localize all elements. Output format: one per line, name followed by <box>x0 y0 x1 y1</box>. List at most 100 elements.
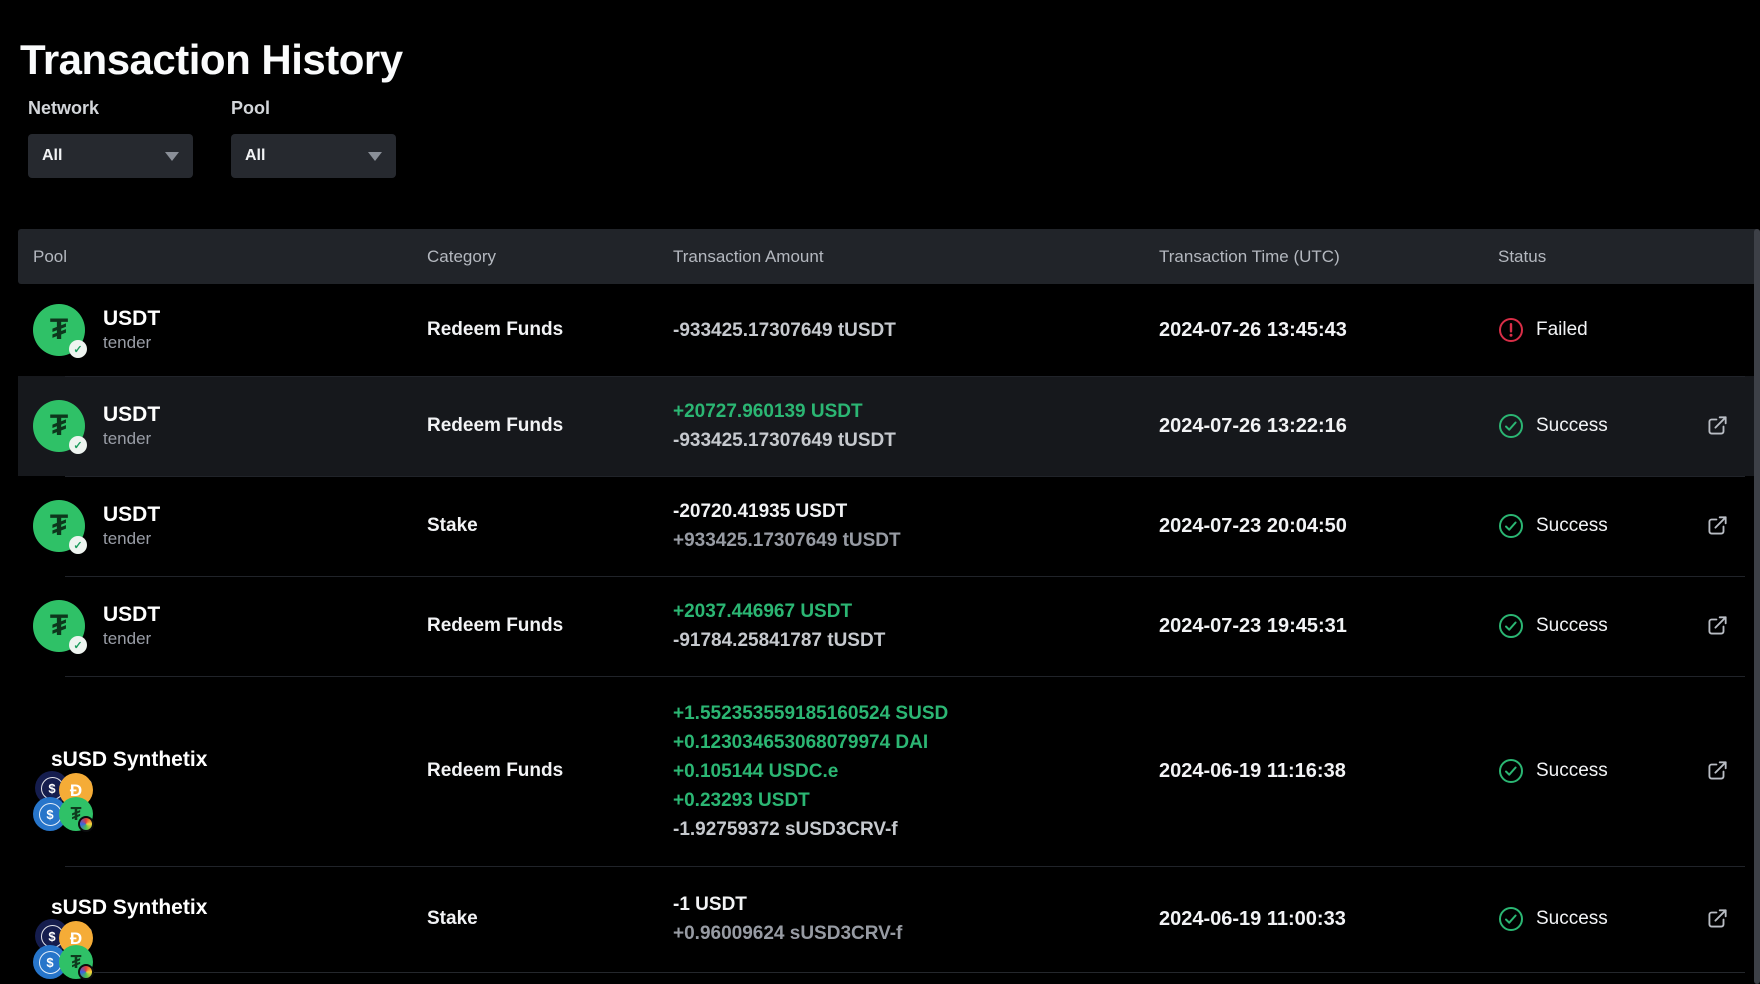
status-label: Success <box>1536 415 1608 437</box>
vertical-scrollbar[interactable] <box>1754 229 1760 984</box>
external-link-icon[interactable] <box>1704 906 1730 932</box>
status-cell: Success <box>1498 676 1760 866</box>
status-label: Success <box>1536 515 1608 537</box>
chevron-down-icon <box>165 152 179 161</box>
amount-line: -20720.41935 USDT <box>673 497 1159 526</box>
table-row[interactable]: $Ð$₮ sUSD Synthetix curve Stake -1 USDT+… <box>18 866 1760 972</box>
pool-text: USDT tender <box>103 403 160 449</box>
pool-cell: ₮✓ USDT tender <box>18 600 427 652</box>
transaction-time: 2024-07-23 19:45:31 <box>1159 615 1498 638</box>
table-bottom-divider <box>65 972 1745 973</box>
network-filter: Network All <box>28 98 193 178</box>
pool-name: sUSD Synthetix <box>51 748 207 772</box>
status-label: Success <box>1536 760 1608 782</box>
pool-cell: ₮✓ USDT tender <box>18 400 427 452</box>
transaction-amounts: -20720.41935 USDT+933425.17307649 tUSDT <box>673 497 1159 555</box>
status-cell: Success <box>1498 476 1760 576</box>
pool-platform: tender <box>103 333 160 353</box>
usdt-coin-icon: ₮✓ <box>33 600 85 652</box>
column-header-pool: Pool <box>18 247 427 267</box>
transaction-time: 2024-07-23 20:04:50 <box>1159 515 1498 538</box>
pool-platform: tender <box>103 629 160 649</box>
category-label: Stake <box>427 515 673 537</box>
status-cell: Failed <box>1498 284 1760 376</box>
pool-icon: ₮✓ <box>33 500 85 552</box>
pool-platform: tender <box>103 529 160 549</box>
amount-line: +0.105144 USDC.e <box>673 757 1159 786</box>
status-label: Failed <box>1536 319 1588 341</box>
failed-icon <box>1498 317 1524 343</box>
status-cell: Success <box>1498 376 1760 476</box>
network-select-value: All <box>42 147 62 165</box>
category-label: Stake <box>427 908 673 930</box>
verified-badge-icon: ✓ <box>69 340 87 358</box>
pool-name: USDT <box>103 307 160 331</box>
pool-icon: ₮✓ <box>33 400 85 452</box>
amount-line: +1.552353559185160524 SUSD <box>673 699 1159 728</box>
pool-cell: ₮✓ USDT tender <box>18 500 427 552</box>
transaction-amounts: +2037.446967 USDT-91784.25841787 tUSDT <box>673 597 1159 655</box>
pool-select-value: All <box>245 147 265 165</box>
success-icon <box>1498 413 1524 439</box>
verified-badge-icon: ✓ <box>69 536 87 554</box>
pool-text: USDT tender <box>103 307 160 353</box>
transaction-amounts: +20727.960139 USDT-933425.17307649 tUSDT <box>673 397 1159 455</box>
table-header-row: Pool Category Transaction Amount Transac… <box>18 229 1760 284</box>
category-label: Redeem Funds <box>427 615 673 637</box>
amount-line: -933425.17307649 tUSDT <box>673 426 1159 455</box>
table-row[interactable]: ₮✓ USDT tender Redeem Funds +2037.446967… <box>18 576 1760 676</box>
status-cell: Success <box>1498 866 1760 972</box>
external-link-icon[interactable] <box>1704 413 1730 439</box>
pool-text: USDT tender <box>103 503 160 549</box>
pool-cell: $Ð$₮ sUSD Synthetix curve <box>18 896 427 942</box>
transaction-amounts: +1.552353559185160524 SUSD+0.12303465306… <box>673 699 1159 844</box>
chevron-down-icon <box>368 152 382 161</box>
category-label: Redeem Funds <box>427 415 673 437</box>
pool-select[interactable]: All <box>231 134 396 178</box>
table-row[interactable]: ₮✓ USDT tender Stake -20720.41935 USDT+9… <box>18 476 1760 576</box>
success-icon <box>1498 906 1524 932</box>
category-label: Redeem Funds <box>427 319 673 341</box>
pool-name: USDT <box>103 403 160 427</box>
table-row[interactable]: ₮✓ USDT tender Redeem Funds +20727.96013… <box>18 376 1760 476</box>
success-icon <box>1498 758 1524 784</box>
amount-line: +0.96009624 sUSD3CRV-f <box>673 919 1159 948</box>
column-header-category: Category <box>427 247 673 267</box>
status-cell: Success <box>1498 576 1760 676</box>
amount-line: +0.123034653068079974 DAI <box>673 728 1159 757</box>
category-label: Redeem Funds <box>427 760 673 782</box>
table-row[interactable]: $Ð$₮ sUSD Synthetix curve Redeem Funds +… <box>18 676 1760 866</box>
pool-name: sUSD Synthetix <box>51 896 207 920</box>
transaction-time: 2024-07-26 13:22:16 <box>1159 415 1498 438</box>
transaction-amounts: -1 USDT+0.96009624 sUSD3CRV-f <box>673 890 1159 948</box>
usdt-coin-icon: ₮ <box>59 797 93 831</box>
transaction-time: 2024-06-19 11:00:33 <box>1159 908 1498 931</box>
amount-line: -1 USDT <box>673 890 1159 919</box>
page-title: Transaction History <box>20 36 403 84</box>
success-icon <box>1498 513 1524 539</box>
external-link-icon[interactable] <box>1704 758 1730 784</box>
pool-filter: Pool All <box>231 98 396 178</box>
amount-line: +933425.17307649 tUSDT <box>673 526 1159 555</box>
transaction-amounts: -933425.17307649 tUSDT <box>673 316 1159 345</box>
network-filter-label: Network <box>28 98 193 119</box>
amount-line: -91784.25841787 tUSDT <box>673 626 1159 655</box>
transaction-time: 2024-06-19 11:16:38 <box>1159 760 1498 783</box>
verified-badge-icon: ✓ <box>69 436 87 454</box>
pool-platform: tender <box>103 429 160 449</box>
table-body: ₮✓ USDT tender Redeem Funds -933425.1730… <box>18 284 1760 972</box>
table-row[interactable]: ₮✓ USDT tender Redeem Funds -933425.1730… <box>18 284 1760 376</box>
amount-line: -933425.17307649 tUSDT <box>673 316 1159 345</box>
external-link-icon[interactable] <box>1704 513 1730 539</box>
external-link-icon[interactable] <box>1704 613 1730 639</box>
network-select[interactable]: All <box>28 134 193 178</box>
transaction-time: 2024-07-26 13:45:43 <box>1159 319 1498 342</box>
pool-name: USDT <box>103 503 160 527</box>
status-label: Success <box>1536 615 1608 637</box>
curve-badge-icon <box>78 816 94 832</box>
column-header-amount: Transaction Amount <box>673 247 1159 267</box>
usdt-coin-icon: ₮ <box>59 945 93 979</box>
column-header-status: Status <box>1498 247 1760 267</box>
usdt-coin-icon: ₮✓ <box>33 304 85 356</box>
amount-line: +2037.446967 USDT <box>673 597 1159 626</box>
